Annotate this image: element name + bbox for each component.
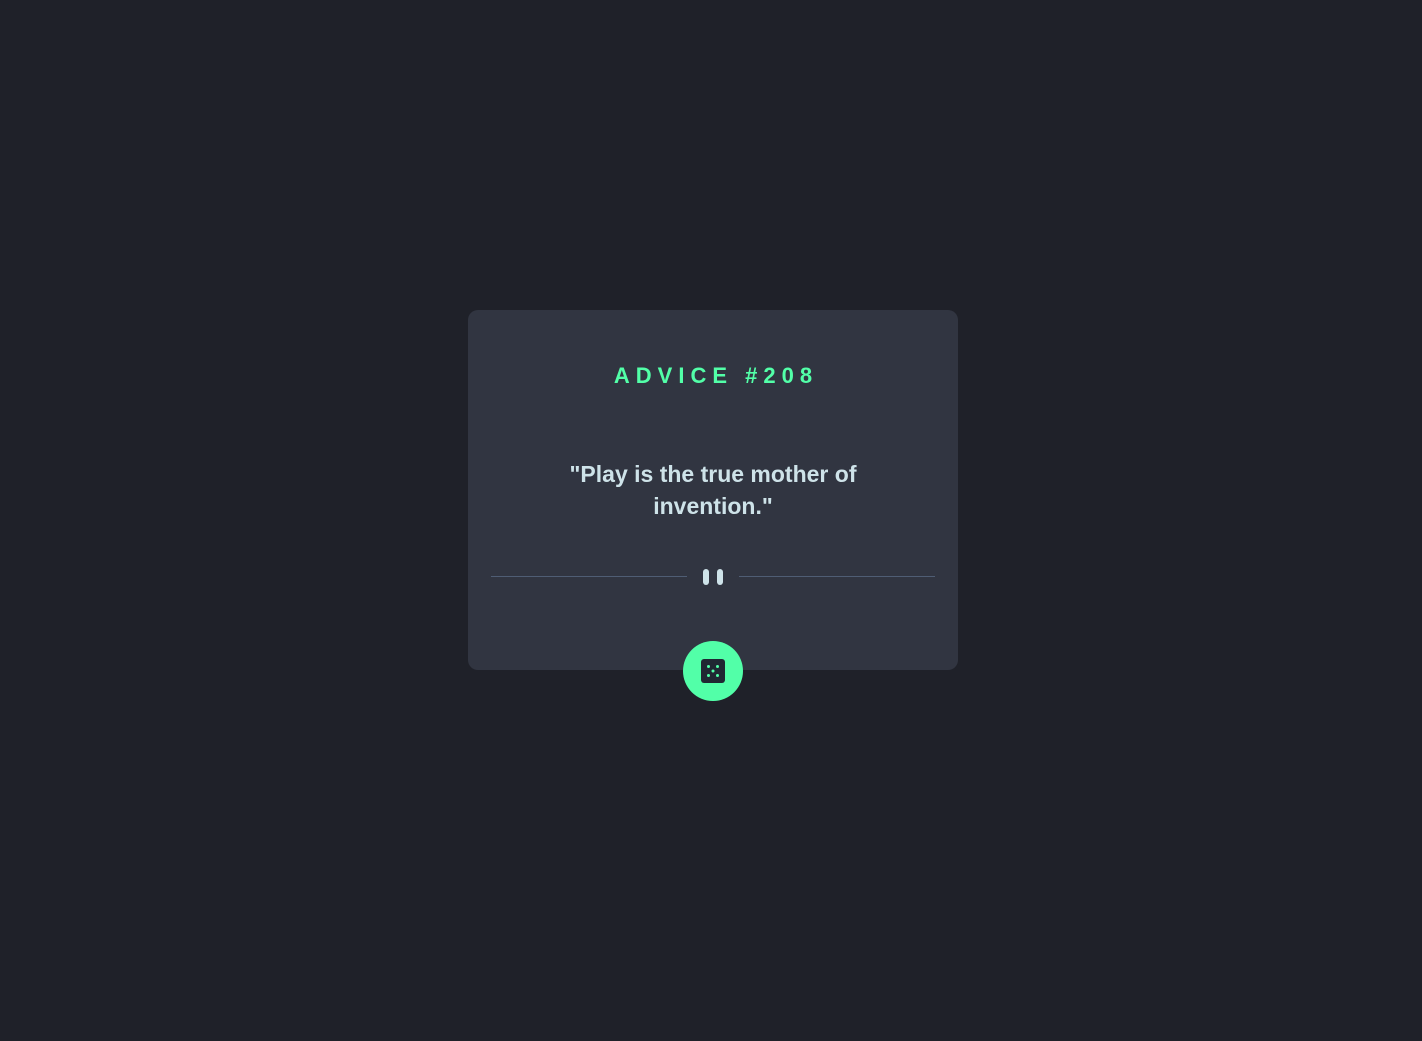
divider-line-right bbox=[739, 576, 935, 577]
pause-bar-left bbox=[703, 569, 709, 585]
dice-icon bbox=[701, 659, 725, 683]
pause-bar-right bbox=[717, 569, 723, 585]
pause-icon bbox=[703, 569, 723, 585]
generate-advice-button[interactable] bbox=[683, 641, 743, 701]
advice-quote: "Play is the true mother of invention." bbox=[569, 461, 857, 519]
divider-line-left bbox=[491, 576, 687, 577]
divider bbox=[491, 569, 935, 585]
advice-card: ADVICE #208 "Play is the true mother of … bbox=[468, 310, 958, 701]
advice-id-heading: ADVICE #208 bbox=[613, 363, 819, 388]
